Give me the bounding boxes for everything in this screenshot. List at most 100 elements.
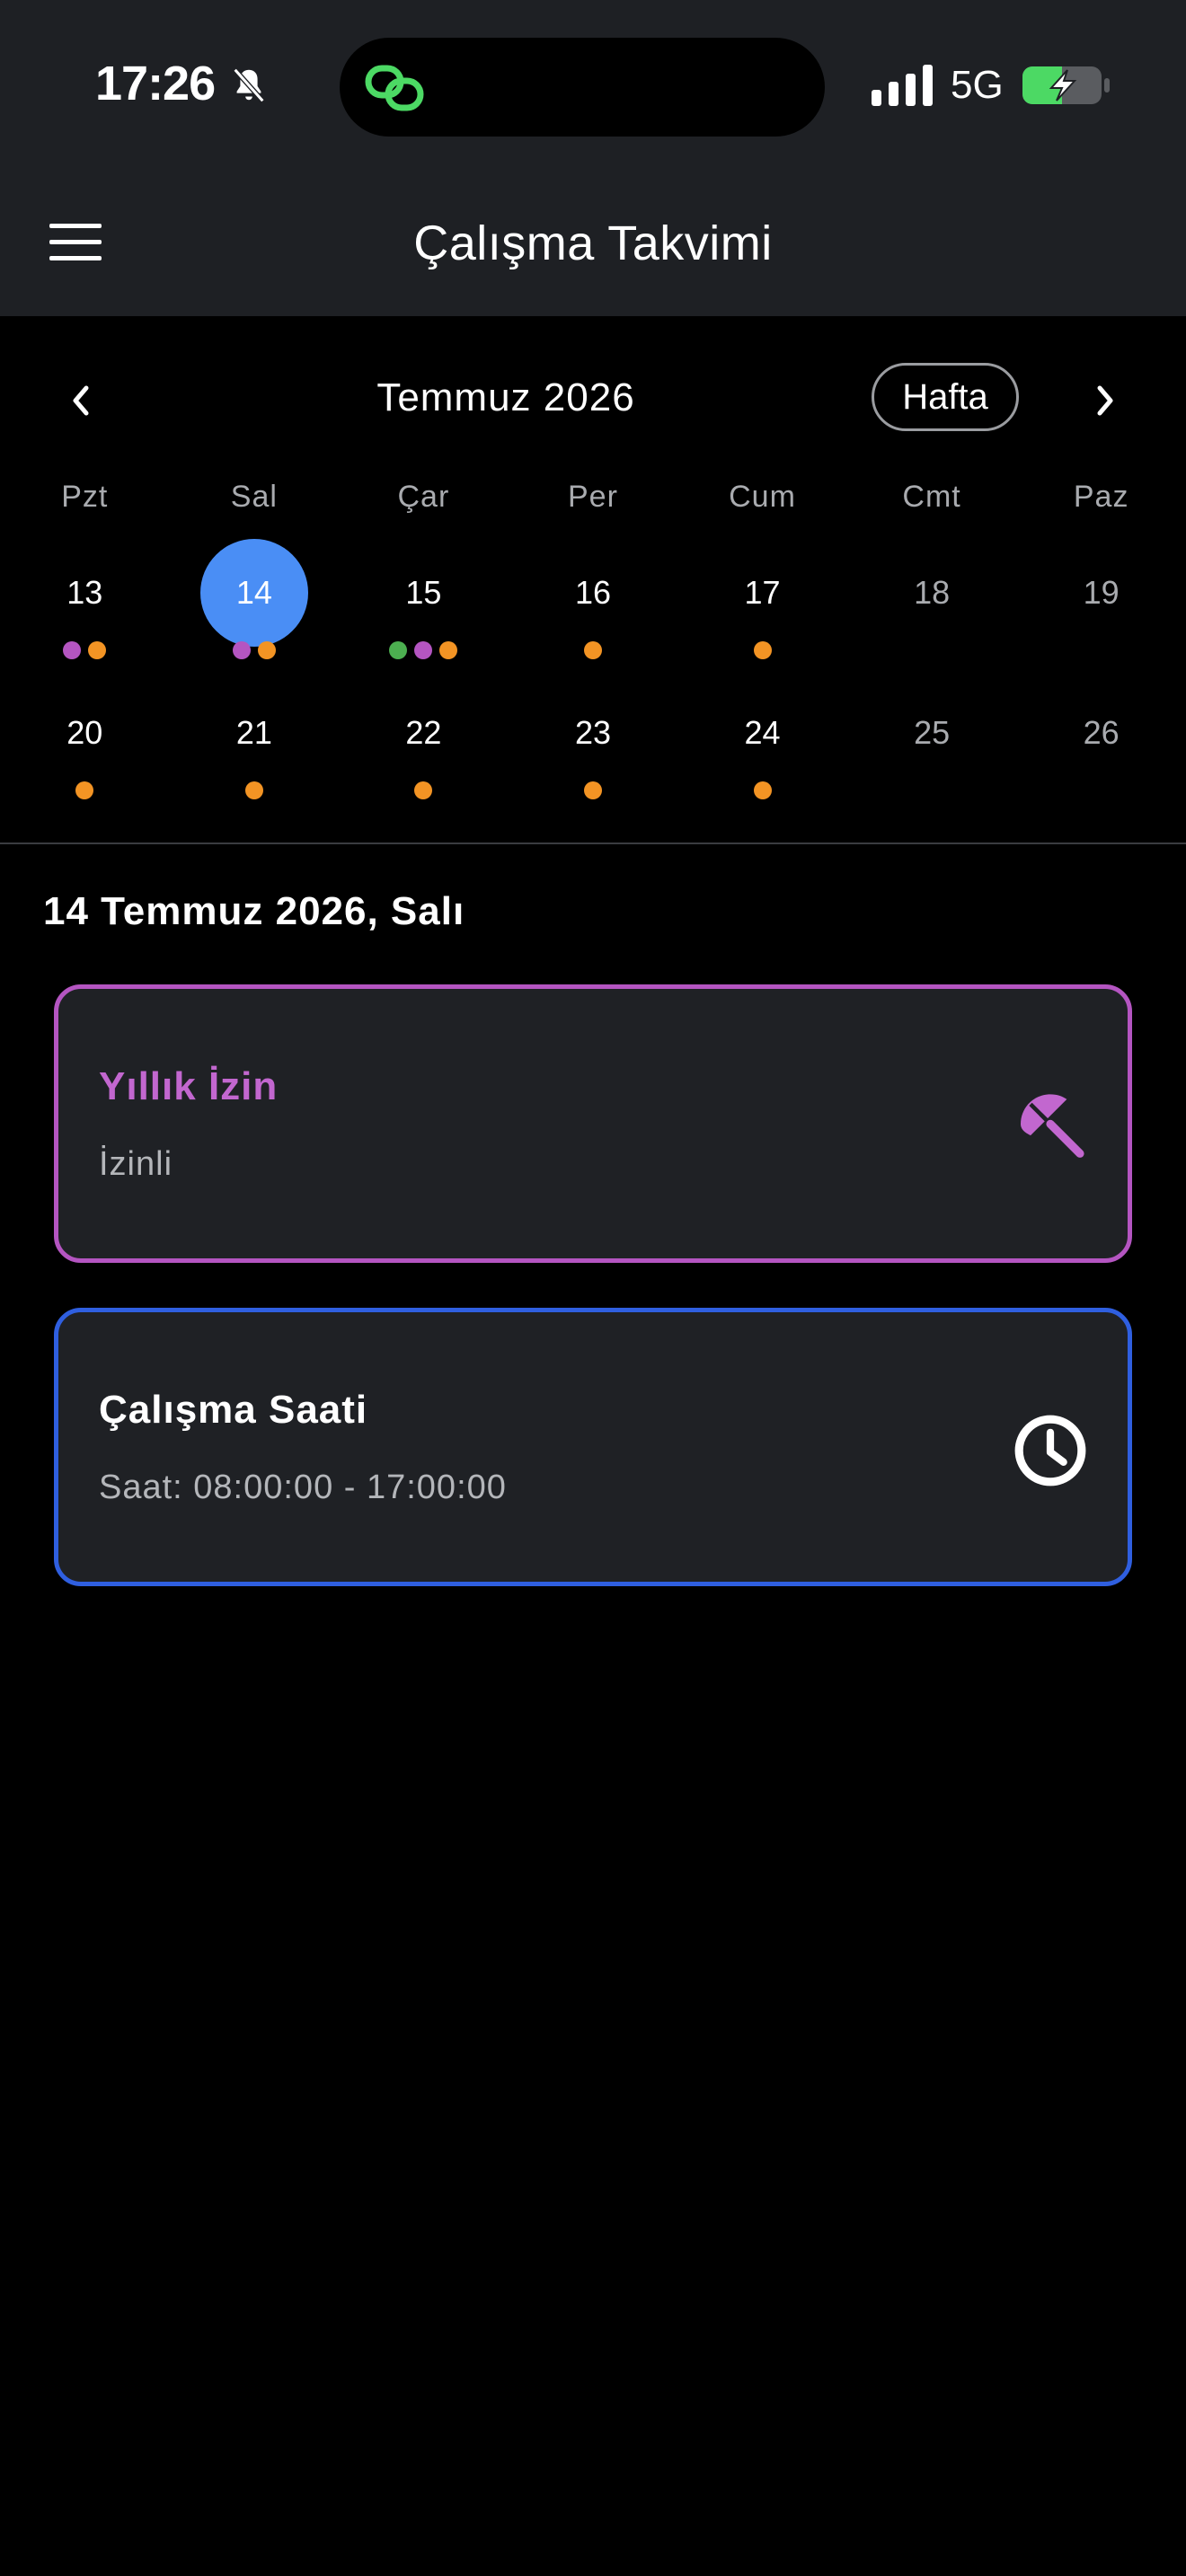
calendar-week-row: 13 14 15 16 17 18 19 (0, 539, 1186, 659)
calendar-day[interactable]: 17 (677, 539, 847, 659)
event-dot (257, 641, 276, 659)
calendar-day[interactable]: 25 (847, 679, 1017, 796)
link-rings-icon (365, 65, 424, 111)
status-time: 17:26 (95, 57, 216, 110)
event-card-annual-leave[interactable]: Yıllık İzin İzinli (54, 984, 1132, 1263)
event-dots (0, 641, 170, 659)
event-dot (414, 641, 433, 659)
day-circle: 20 (31, 679, 138, 787)
calendar-day[interactable]: 26 (1016, 679, 1186, 796)
day-circle: 16 (539, 539, 647, 647)
weekday-label: Per (568, 480, 618, 514)
day-number: 25 (914, 714, 951, 751)
weekday-label: Çar (397, 480, 450, 514)
page-title: Çalışma Takvimi (413, 216, 773, 270)
calendar-header: Temmuz 2026 Hafta (0, 359, 1186, 440)
clock-icon (1014, 1415, 1086, 1486)
calendar-day[interactable]: 21 (170, 679, 340, 799)
weekday-label: Sal (230, 480, 278, 514)
event-dot (583, 641, 602, 659)
event-dot (389, 641, 408, 659)
day-number: 18 (914, 574, 951, 611)
signal-icon (872, 65, 933, 106)
event-dots (0, 781, 170, 799)
divider (0, 842, 1186, 844)
event-dots (677, 781, 847, 799)
calendar-day[interactable]: 23 (509, 679, 678, 799)
event-dot (583, 781, 602, 799)
calendar-day[interactable]: 19 (1016, 539, 1186, 656)
event-dots (170, 781, 340, 799)
event-dots (677, 641, 847, 659)
day-circle: 15 (369, 539, 477, 647)
calendar-day[interactable]: 22 (339, 679, 509, 799)
chevron-left-icon (73, 385, 89, 416)
month-title: Temmuz 2026 (376, 375, 635, 419)
calendar-day[interactable]: 14 (170, 539, 340, 659)
calendar-day[interactable]: 16 (509, 539, 678, 659)
day-circle: 17 (709, 539, 817, 647)
dynamic-island (340, 38, 825, 137)
day-circle: 26 (1048, 679, 1155, 787)
day-number: 16 (574, 574, 611, 611)
day-number: 26 (1083, 714, 1120, 751)
day-number: 19 (1083, 574, 1120, 611)
weekday-label: Cum (729, 480, 796, 514)
event-dots (339, 781, 509, 799)
event-dots (339, 641, 509, 659)
day-circle: 25 (878, 679, 986, 787)
event-dot (88, 641, 107, 659)
calendar-day[interactable]: 24 (677, 679, 847, 799)
calendar-day[interactable]: 13 (0, 539, 170, 659)
selected-date-heading: 14 Temmuz 2026, Salı (43, 889, 465, 933)
event-dots (509, 641, 678, 659)
event-dot (753, 641, 772, 659)
day-number: 17 (744, 574, 781, 611)
weekday-row: Pzt Sal Çar Per Cum Cmt Paz (0, 480, 1186, 515)
event-title: Çalışma Saati (99, 1388, 368, 1432)
day-number: 24 (744, 714, 781, 751)
day-circle: 21 (200, 679, 308, 787)
weekday-label: Pzt (61, 480, 109, 514)
day-circle: 23 (539, 679, 647, 787)
event-dot (63, 641, 82, 659)
chevron-right-icon (1097, 385, 1113, 416)
event-dot (753, 781, 772, 799)
event-title: Yıllık İzin (99, 1064, 279, 1108)
event-subtitle: Saat: 08:00:00 - 17:00:00 (99, 1469, 507, 1506)
event-subtitle: İzinli (99, 1145, 173, 1183)
day-number: 20 (66, 714, 103, 751)
selected-day-indicator: 14 (199, 539, 308, 647)
event-card-work-hours[interactable]: Çalışma Saati Saat: 08:00:00 - 17:00:00 (54, 1308, 1132, 1586)
calendar-day[interactable]: 20 (0, 679, 170, 799)
day-number: 21 (235, 714, 272, 751)
day-number: 23 (574, 714, 611, 751)
day-number: 15 (405, 574, 442, 611)
day-number: 14 (235, 574, 272, 611)
weekday-label: Paz (1073, 480, 1129, 514)
calendar-day[interactable]: 15 (339, 539, 509, 659)
network-type: 5G (951, 63, 1004, 107)
event-dots (509, 781, 678, 799)
day-circle: 22 (369, 679, 477, 787)
battery-charging-icon (1022, 66, 1110, 104)
calendar-week-row: 20 21 22 23 24 25 26 (0, 679, 1186, 799)
bell-off-icon (233, 67, 265, 103)
next-week-button[interactable] (1076, 372, 1134, 429)
event-dot (439, 641, 458, 659)
top-bar: 17:26 5G Çalışma Takvimi (0, 0, 1186, 316)
day-number: 22 (405, 714, 442, 751)
event-dot (414, 781, 433, 799)
calendar-day[interactable]: 18 (847, 539, 1017, 656)
previous-week-button[interactable] (52, 372, 110, 429)
day-circle: 19 (1048, 539, 1155, 647)
day-circle: 18 (878, 539, 986, 647)
day-circle: 13 (31, 539, 138, 647)
event-dot (232, 641, 251, 659)
umbrella-icon (1021, 1094, 1084, 1158)
day-number: 13 (66, 574, 103, 611)
day-circle: 24 (709, 679, 817, 787)
event-dot (244, 781, 263, 799)
view-toggle-button[interactable]: Hafta (872, 363, 1019, 431)
event-dots (170, 641, 340, 659)
